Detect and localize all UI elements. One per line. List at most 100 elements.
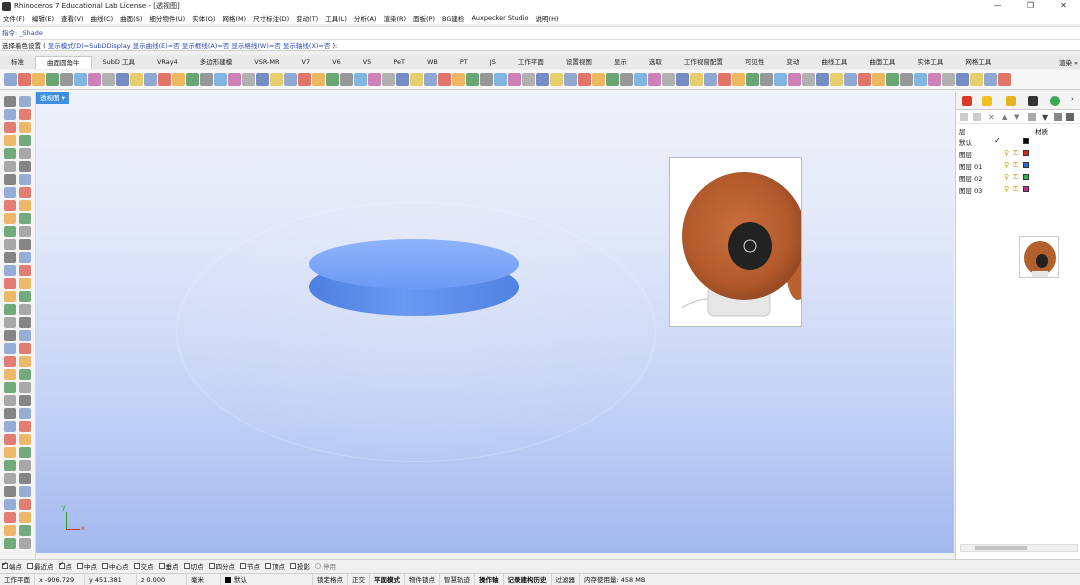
toolbar-tool-icon[interactable] [368,73,381,86]
toolbar-tool-icon[interactable] [648,73,661,86]
toolbar-tool-icon[interactable] [158,73,171,86]
toolbar-tool-icon[interactable] [438,73,451,86]
status-filter[interactable]: 过滤器 [552,573,580,585]
layer-color-swatch[interactable] [1023,162,1029,168]
osnap-option[interactable]: 点 [58,560,72,571]
menu-render[interactable]: 渲染(R) [383,13,406,23]
left-tool-icon[interactable] [19,395,31,406]
left-tool-icon[interactable] [4,122,16,133]
menu-view[interactable]: 查看(V) [61,13,84,23]
toolbar-tool-icon[interactable] [18,73,31,86]
wrench-icon[interactable] [1066,113,1074,121]
status-gumball[interactable]: 操作轴 [475,573,504,585]
menu-panels[interactable]: 面板(P) [413,13,435,23]
tab-v7[interactable]: V7 [291,56,322,69]
left-tool-icon[interactable] [19,330,31,341]
left-tool-icon[interactable] [4,174,16,185]
tab-standard[interactable]: 标准 [0,56,35,69]
status-cplane[interactable]: 工作平面 [0,573,35,585]
layer-row[interactable]: 默认 ✓ [956,135,1080,147]
tab-fillet[interactable]: 曲面圆角牛 [35,56,92,69]
toolbar-tool-icon[interactable] [760,73,773,86]
osnap-checkbox[interactable] [133,563,140,569]
menu-edit[interactable]: 编辑(E) [32,13,54,23]
tab-transform[interactable]: 变动 [775,56,810,69]
osnap-checkbox[interactable] [58,560,65,569]
toolbar-tool-icon[interactable] [340,73,353,86]
minimize-button[interactable]: — [981,0,1014,12]
left-tool-icon[interactable] [4,187,16,198]
toolbar-tool-icon[interactable] [480,73,493,86]
left-tool-icon[interactable] [4,109,16,120]
disc-object-top[interactable] [309,239,519,289]
move-down-icon[interactable]: ▼ [1014,113,1022,121]
toolbar-tool-icon[interactable] [970,73,983,86]
osnap-checkbox[interactable] [158,563,165,569]
left-tool-icon[interactable] [4,382,16,393]
left-tool-icon[interactable] [4,96,16,107]
toolbar-tool-icon[interactable] [382,73,395,86]
left-tool-icon[interactable] [4,304,16,315]
toolbar-tool-icon[interactable] [298,73,311,86]
layer-visibility-bulb-icon[interactable]: ♀ [1004,185,1009,193]
toolbar-tool-icon[interactable] [914,73,927,86]
new-layer-icon[interactable] [960,113,968,121]
left-tool-icon[interactable] [19,200,31,211]
toolbar-tool-icon[interactable] [214,73,227,86]
tab-viewport-layout[interactable]: 工作视窗配置 [673,56,734,69]
toolbar-tool-icon[interactable] [88,73,101,86]
toolbar-tool-icon[interactable] [396,73,409,86]
toolbar-tool-icon[interactable] [522,73,535,86]
viewport-title-tab[interactable]: 透视图 ▾ [36,92,69,104]
delete-layer-icon[interactable]: ✕ [988,113,996,122]
left-tool-icon[interactable] [4,460,16,471]
tab-polygon-modeling[interactable]: 多边形建模 [189,56,244,69]
tab-display[interactable]: 显示 [603,56,638,69]
menu-curve[interactable]: 曲线(C) [91,13,114,23]
toolbar-tool-icon[interactable] [284,73,297,86]
menu-auxpecker[interactable]: Auxpecker Studio [471,14,528,22]
menu-analyze[interactable]: 分析(A) [354,13,377,23]
left-tool-icon[interactable] [19,252,31,263]
left-tool-icon[interactable] [4,213,16,224]
toolbar-tool-icon[interactable] [718,73,731,86]
layer-visibility-bulb-icon[interactable]: ♀ [1004,161,1009,169]
tab-select[interactable]: 选取 [638,56,673,69]
left-tool-icon[interactable] [19,460,31,471]
left-tool-icon[interactable] [4,525,16,536]
left-tool-icon[interactable] [19,278,31,289]
left-tool-icon[interactable] [19,109,31,120]
toolbar-tool-icon[interactable] [354,73,367,86]
left-tool-icon[interactable] [19,499,31,510]
toolbar-tool-icon[interactable] [4,73,17,86]
layer-lock-icon[interactable]: ⚿ [1013,149,1018,158]
osnap-option[interactable]: 端点 [2,560,22,571]
toolbar-tool-icon[interactable] [326,73,339,86]
left-tool-icon[interactable] [4,343,16,354]
left-tool-icon[interactable] [19,538,31,549]
left-tool-icon[interactable] [19,135,31,146]
toolbar-tool-icon[interactable] [606,73,619,86]
menu-dimension[interactable]: 尺寸标注(D) [253,13,289,23]
toolbar-tool-icon[interactable] [508,73,521,86]
left-tool-icon[interactable] [19,317,31,328]
left-tool-icon[interactable] [19,525,31,536]
toolbar-tool-icon[interactable] [732,73,745,86]
left-tool-icon[interactable] [19,96,31,107]
left-tool-icon[interactable] [19,434,31,445]
toolbar-tool-icon[interactable] [228,73,241,86]
left-tool-icon[interactable] [4,252,16,263]
toolbar-tool-icon[interactable] [802,73,815,86]
status-units[interactable]: 毫米 [187,573,221,585]
toolbar-tool-icon[interactable] [872,73,885,86]
render-tab-icon[interactable] [1050,96,1060,106]
left-tool-icon[interactable] [4,291,16,302]
left-tool-icon[interactable] [4,434,16,445]
toolbar-tool-icon[interactable] [844,73,857,86]
tab-wb[interactable]: WB [416,56,449,69]
toolbar-tool-icon[interactable] [690,73,703,86]
option-show-wireframe[interactable]: 显示框线(A)=否 [182,42,229,50]
menu-file[interactable]: 文件(F) [3,13,25,23]
layer-row[interactable]: 图层 02 ♀ ⚿ [956,171,1080,183]
menu-subd[interactable]: 细分物件(U) [149,13,185,23]
